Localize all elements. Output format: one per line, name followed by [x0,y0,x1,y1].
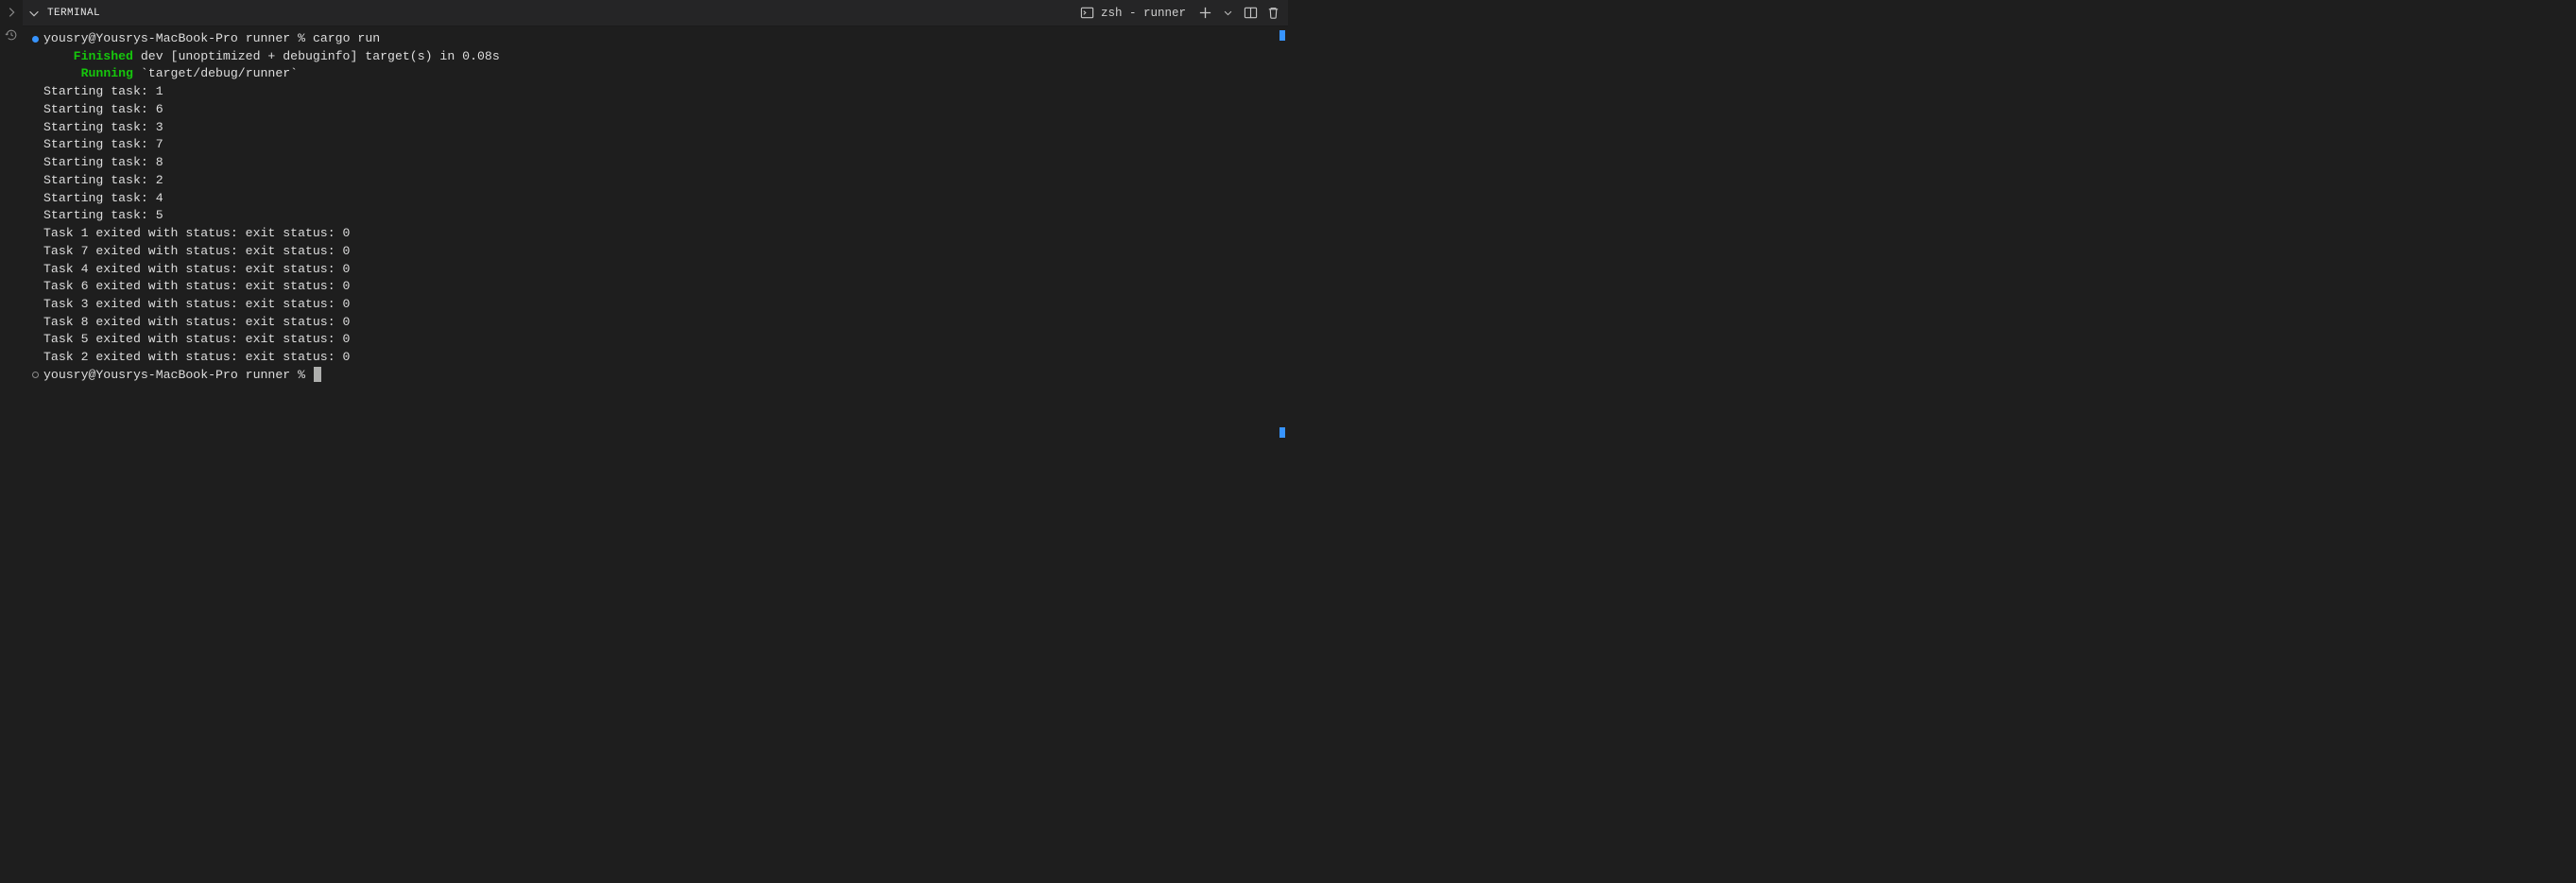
scroll-marker-bottom [1279,427,1285,438]
terminal-line: Starting task: 4 [26,190,1288,208]
panel-header-actions: zsh - runner [1076,5,1280,22]
terminal-line: Task 8 exited with status: exit status: … [26,314,1288,332]
terminal-line: Starting task: 6 [26,101,1288,119]
terminal-line: Starting task: 2 [26,172,1288,190]
terminal-line: Task 7 exited with status: exit status: … [26,243,1288,261]
terminal-line: Task 4 exited with status: exit status: … [26,261,1288,279]
kill-terminal-button[interactable] [1265,6,1280,21]
terminal-line: Starting task: 1 [26,83,1288,101]
panel-tab-terminal[interactable]: TERMINAL [47,8,100,19]
terminal-line: Finished dev [unoptimized + debuginfo] t… [26,48,1288,66]
launch-profile-chevron-icon[interactable] [1220,6,1235,21]
cursor-icon [314,367,321,382]
terminal-line: Task 2 exited with status: exit status: … [26,349,1288,367]
terminal-line: Task 6 exited with status: exit status: … [26,278,1288,296]
terminal-prompt-text: yousry@Yousrys-MacBook-Pro runner % carg… [43,30,380,48]
terminal-line: Running `target/debug/runner` [26,65,1288,83]
terminal-line: Starting task: 3 [26,119,1288,137]
terminal-line: Starting task: 8 [26,154,1288,172]
terminal-line-prompt: yousry@Yousrys-MacBook-Pro runner % carg… [26,30,1288,48]
terminal-line: Starting task: 7 [26,136,1288,154]
terminal-shell-chip[interactable]: zsh - runner [1076,5,1190,22]
terminal-line: Task 1 exited with status: exit status: … [26,225,1288,243]
new-terminal-button[interactable] [1197,6,1212,21]
terminal-prompt-text: yousry@Yousrys-MacBook-Pro runner % [43,367,321,385]
chevron-right-icon[interactable] [4,5,19,20]
terminal-line-prompt: yousry@Yousrys-MacBook-Pro runner % [26,367,1288,385]
panel-gutter [0,0,23,442]
panel-header: TERMINAL zsh - runner [23,0,1288,26]
chevron-down-icon[interactable] [26,6,42,21]
terminal-panel: TERMINAL zsh - runner [23,0,1288,442]
terminal-icon [1080,6,1095,21]
split-terminal-button[interactable] [1243,6,1258,21]
scroll-marker-top [1279,30,1285,41]
terminal-line: Starting task: 5 [26,207,1288,225]
command-pending-dot-icon [26,367,43,384]
history-icon[interactable] [4,27,19,43]
panel-header-left: TERMINAL [26,6,100,21]
command-success-dot-icon [26,30,43,47]
terminal-line: Task 5 exited with status: exit status: … [26,331,1288,349]
terminal-line: Task 3 exited with status: exit status: … [26,296,1288,314]
terminal-output[interactable]: yousry@Yousrys-MacBook-Pro runner % carg… [23,26,1288,442]
terminal-shell-label: zsh - runner [1101,7,1186,20]
